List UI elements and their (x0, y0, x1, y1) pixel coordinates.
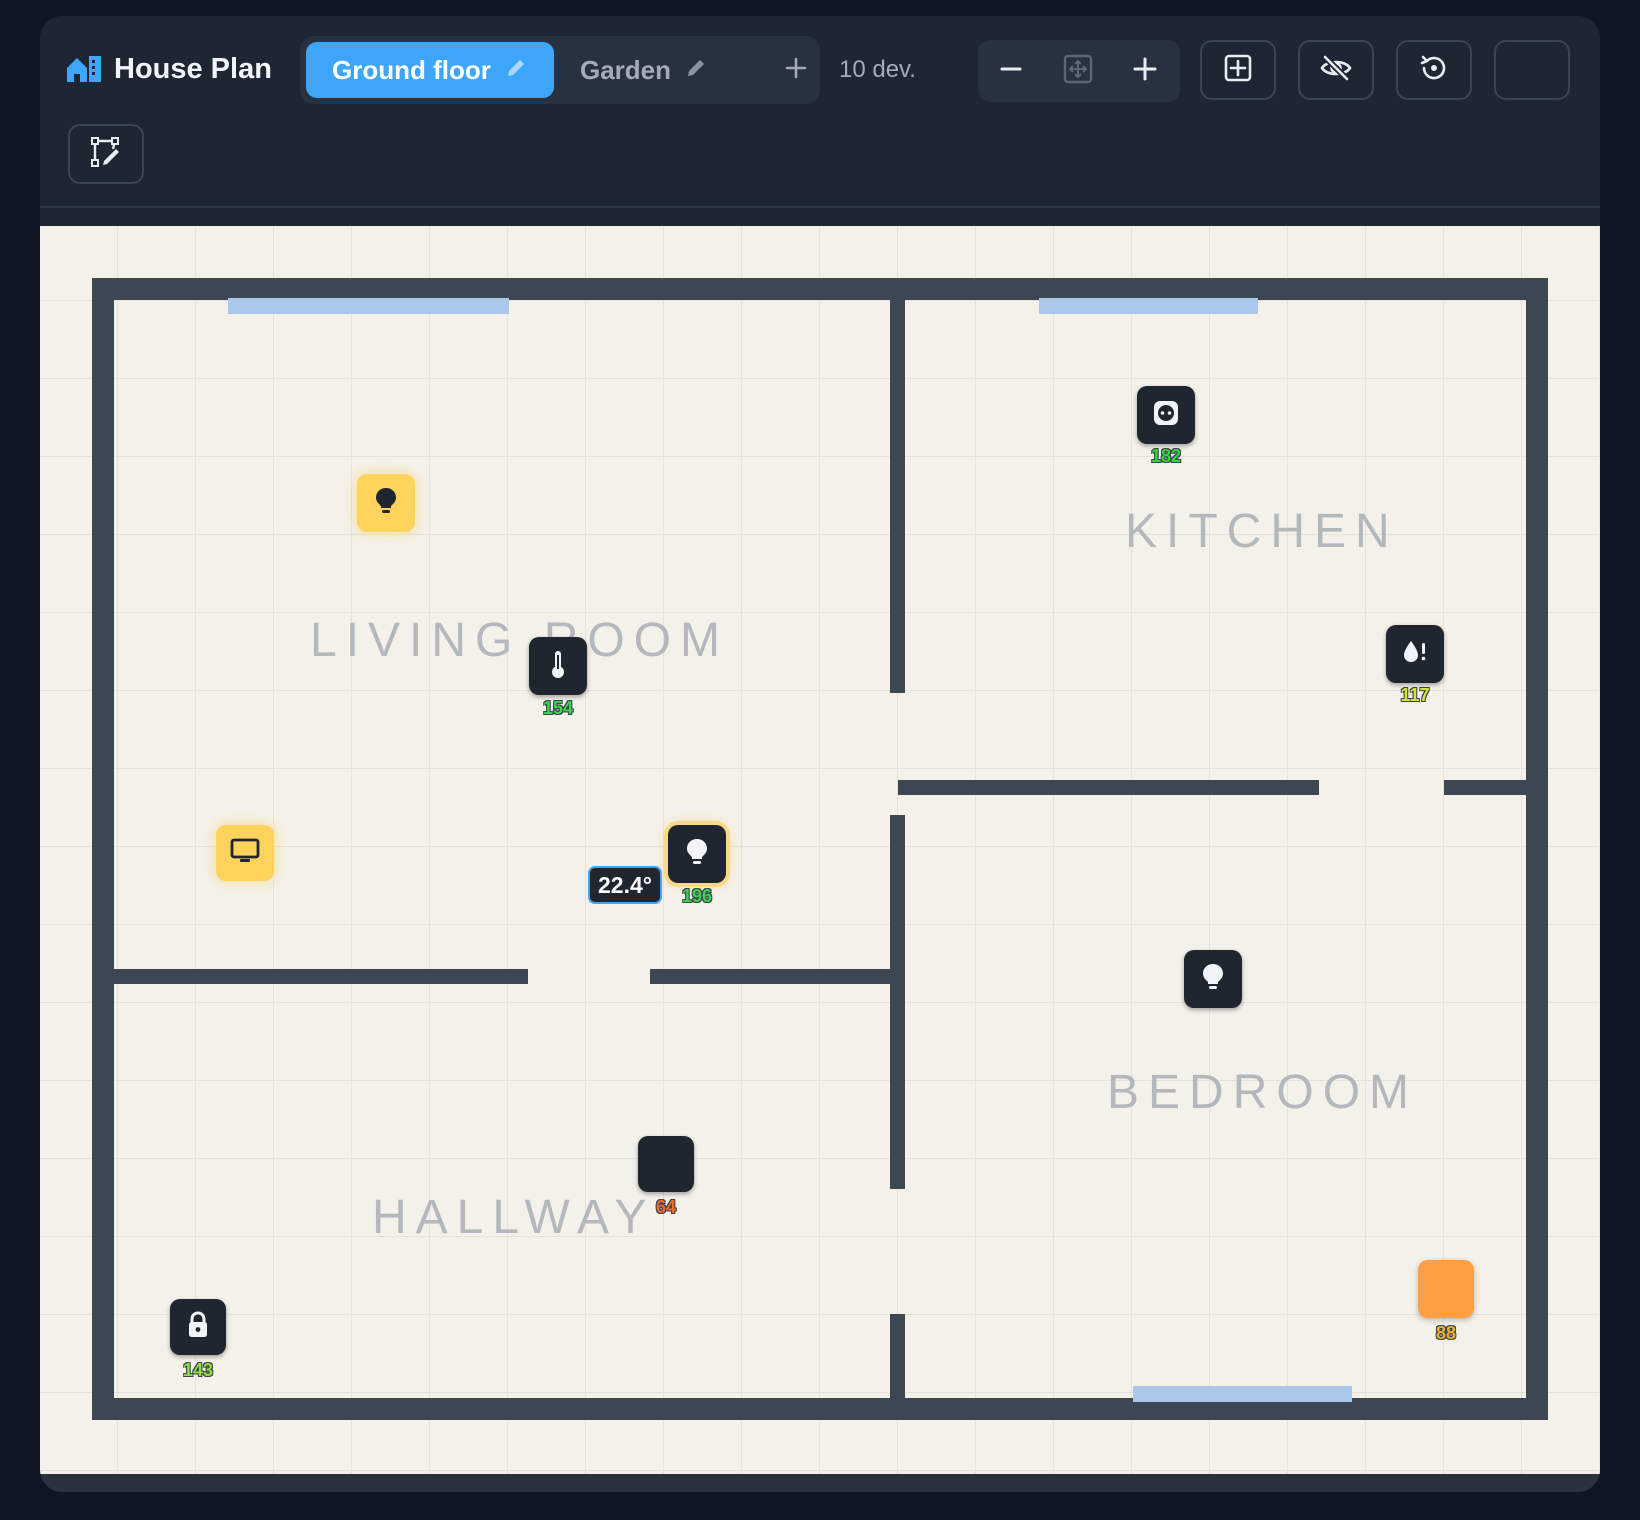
device-count: 10 dev. (839, 56, 916, 83)
app-title: House Plan (66, 52, 272, 86)
device-door-lock-value: 143 (182, 1360, 214, 1380)
house-plan-panel: House Plan Ground floor Garden 10 dev. L… (40, 16, 1600, 1492)
window-kitchen (1039, 298, 1258, 314)
device-water-sensor-value: 117 (1400, 685, 1430, 705)
lightbulb-icon (373, 486, 399, 521)
device-hallway[interactable] (638, 1136, 694, 1192)
reset-view-button[interactable] (1396, 40, 1472, 100)
app-title-text: House Plan (114, 52, 272, 85)
wall-left (92, 278, 114, 1420)
device-bedroom-lamp[interactable] (1184, 950, 1242, 1008)
device-living-lamp[interactable] (357, 474, 415, 532)
edit-walls-button[interactable] (68, 124, 144, 184)
device-tv[interactable] (216, 825, 274, 881)
add-box-icon (1223, 53, 1253, 88)
room-label-kitchen: KITCHEN (1125, 505, 1399, 558)
device-thermometer-value: 154 (542, 698, 574, 718)
tab-ground-floor-label: Ground floor (332, 54, 491, 85)
tv-icon (229, 837, 261, 870)
toolbar-blank-button[interactable] (1494, 40, 1570, 100)
device-center-lamp-value: 196 (681, 886, 713, 906)
wall-top (92, 278, 1548, 300)
lightbulb-icon (1200, 962, 1226, 997)
device-thermometer[interactable] (529, 637, 587, 695)
device-bedroom-orange-value: 88 (1435, 1323, 1457, 1343)
wall-right (1526, 278, 1548, 1420)
plus-icon (1133, 57, 1157, 86)
device-door-lock[interactable] (170, 1299, 226, 1355)
room-label-bedroom: BEDROOM (1107, 1066, 1419, 1119)
zoom-controls (978, 40, 1180, 102)
thermometer-icon (546, 649, 570, 684)
device-kitchen-socket-value: 182 (1150, 446, 1182, 466)
pencil-icon[interactable] (685, 55, 707, 86)
toggle-visibility-button[interactable] (1298, 40, 1374, 100)
device-kitchen-socket[interactable] (1137, 386, 1195, 444)
tab-garden-label: Garden (580, 54, 672, 85)
lightbulb-icon (684, 837, 710, 872)
zoom-in-button[interactable] (1125, 51, 1165, 91)
window-living-room (228, 298, 509, 314)
zoom-fit-button[interactable] (1058, 51, 1098, 91)
house-plan-icon (66, 54, 102, 84)
fit-to-screen-icon (1063, 54, 1093, 89)
wall-living-hallway-right (650, 969, 896, 984)
device-bedroom-orange[interactable] (1418, 1260, 1474, 1318)
eye-off-icon (1319, 53, 1353, 88)
add-floor-button[interactable] (776, 50, 816, 90)
toolbar-divider (40, 206, 1600, 208)
minus-icon (999, 57, 1023, 86)
rotate-reset-icon (1418, 52, 1450, 89)
bottom-scroll-area (40, 1474, 1600, 1492)
zoom-out-button[interactable] (991, 51, 1031, 91)
temperature-reading: 22.4° (588, 866, 662, 904)
tab-ground-floor[interactable]: Ground floor (306, 42, 554, 98)
device-center-lamp[interactable] (668, 825, 726, 883)
wall-vertical-middle (890, 815, 905, 1189)
add-device-button[interactable] (1200, 40, 1276, 100)
plus-icon (785, 57, 807, 84)
room-label-hallway: HALLWAY (372, 1191, 656, 1244)
floor-tabs: Ground floor Garden (300, 36, 820, 104)
wall-vertical-lower (890, 1314, 905, 1404)
device-water-sensor[interactable] (1386, 625, 1444, 683)
socket-icon (1151, 398, 1181, 433)
lock-icon (185, 1310, 211, 1345)
wall-kitchen-bedroom-right (1444, 780, 1530, 795)
device-hallway-value: 64 (655, 1197, 677, 1217)
tab-garden[interactable]: Garden (580, 42, 750, 98)
floor-plan-canvas[interactable]: LIVING ROOM KITCHEN HALLWAY BEDROOM 182 (40, 226, 1600, 1474)
wall-living-hallway-left (110, 969, 528, 984)
window-bedroom (1133, 1386, 1352, 1402)
edit-shape-icon (89, 135, 123, 174)
room-label-living-room: LIVING ROOM (310, 614, 730, 667)
wall-vertical-upper (890, 296, 905, 693)
pencil-icon[interactable] (505, 55, 527, 86)
wall-kitchen-bedroom-left (898, 780, 1319, 795)
water-leak-icon (1400, 638, 1430, 671)
